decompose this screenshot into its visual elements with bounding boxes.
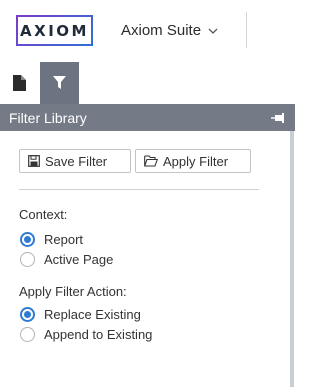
chevron-down-icon <box>208 28 218 34</box>
folder-open-icon <box>144 155 158 167</box>
pin-icon[interactable] <box>271 112 285 124</box>
context-option-report[interactable]: Report <box>20 232 83 247</box>
document-tab[interactable] <box>0 62 39 104</box>
context-label: Context: <box>19 207 68 222</box>
radio-button[interactable] <box>20 307 35 322</box>
save-filter-label: Save Filter <box>45 153 108 169</box>
option-label: Replace Existing <box>44 307 141 322</box>
divider <box>19 189 259 190</box>
context-option-active-page[interactable]: Active Page <box>20 252 113 267</box>
suite-menu[interactable]: Axiom Suite <box>121 22 219 39</box>
panel-title: Filter Library <box>9 109 87 126</box>
radio-button[interactable] <box>20 252 35 267</box>
option-label: Report <box>44 232 84 247</box>
panel-body: Save Filter Apply Filter Context: Report… <box>0 131 295 388</box>
header-divider <box>246 12 247 48</box>
action-option-append[interactable]: Append to Existing <box>20 327 152 342</box>
filter-tab[interactable] <box>40 62 79 104</box>
radio-button[interactable] <box>20 327 35 342</box>
app-header: AXIOM Axiom Suite <box>0 0 295 62</box>
panel-title-bar: Filter Library <box>0 104 295 131</box>
filter-icon <box>53 76 66 89</box>
document-icon <box>13 75 26 91</box>
logo-text: AXIOM <box>20 21 89 40</box>
scrollbar[interactable] <box>290 131 294 387</box>
option-label: Active Page <box>44 252 114 267</box>
axiom-logo[interactable]: AXIOM <box>16 15 93 46</box>
apply-action-label: Apply Filter Action: <box>19 284 127 299</box>
radio-button[interactable] <box>20 232 35 247</box>
panel-tabs <box>0 62 295 104</box>
apply-filter-label: Apply Filter <box>163 153 229 169</box>
action-option-replace[interactable]: Replace Existing <box>20 307 141 322</box>
suite-label: Axiom Suite <box>121 22 202 39</box>
save-icon <box>28 155 40 167</box>
option-label: Append to Existing <box>44 327 153 342</box>
save-filter-button[interactable]: Save Filter <box>19 149 131 173</box>
apply-filter-button[interactable]: Apply Filter <box>135 149 251 173</box>
